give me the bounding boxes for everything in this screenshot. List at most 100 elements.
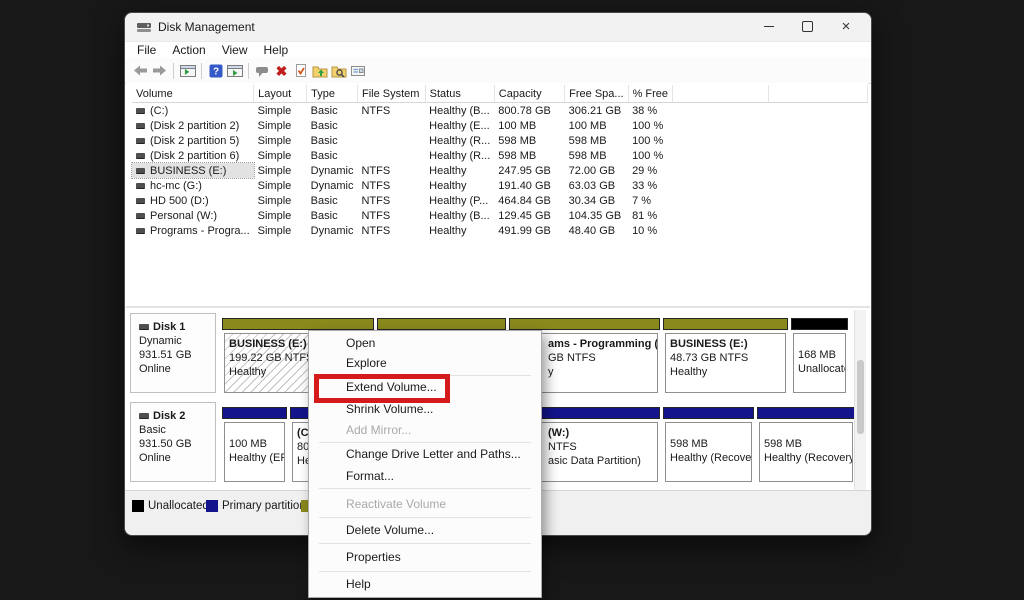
- menu-item-delete-volume[interactable]: Delete Volume...: [310, 520, 540, 540]
- col-status[interactable]: Status: [425, 85, 495, 103]
- menu-separator: [319, 488, 531, 489]
- console-tree-icon[interactable]: [178, 62, 197, 80]
- menu-file[interactable]: File: [135, 43, 158, 57]
- simple-volume-bar: [377, 318, 506, 330]
- volume-icon: [136, 227, 145, 234]
- col-empty: [672, 85, 770, 103]
- annotation-red-box: [314, 374, 450, 403]
- menu-item-add-mirror: Add Mirror...: [346, 423, 412, 437]
- close-icon: ×: [841, 18, 851, 35]
- help-icon[interactable]: ?: [206, 62, 225, 80]
- delete-x-icon[interactable]: ✖: [272, 62, 291, 80]
- menu-separator: [319, 442, 531, 443]
- table-row[interactable]: hc-mc (G:) Simple Dynamic NTFS Healthy 1…: [132, 178, 868, 193]
- desktop-background: Disk Management × File Action View Help: [0, 0, 1024, 600]
- app-icon: [136, 19, 152, 40]
- minimize-button[interactable]: [750, 13, 788, 40]
- col-filesystem[interactable]: File System: [357, 85, 426, 103]
- disk2-segment-recovery1[interactable]: 598 MB Healthy (Recover: [663, 402, 754, 484]
- disk1-label-panel[interactable]: Disk 1 Dynamic 931.51 GB Online: [130, 313, 216, 393]
- vertical-scrollbar[interactable]: [854, 310, 866, 490]
- volume-icon: [136, 152, 145, 159]
- legend-primary-label: Primary partition: [222, 500, 306, 512]
- window-title: Disk Management: [158, 20, 255, 34]
- check-document-icon[interactable]: [291, 62, 310, 80]
- table-row[interactable]: Personal (W:) Simple Basic NTFS Healthy …: [132, 208, 868, 223]
- table-row[interactable]: (C:) Simple Basic NTFS Healthy (B... 800…: [132, 103, 868, 119]
- menu-item-open[interactable]: Open: [310, 333, 540, 353]
- col-pctfree[interactable]: % Free: [628, 85, 674, 103]
- simple-volume-bar: [509, 318, 660, 330]
- table-row-selected[interactable]: BUSINESS (E:) Simple Dynamic NTFS Health…: [131, 162, 868, 179]
- report-icon[interactable]: [253, 62, 272, 80]
- toolbar-separator: [173, 62, 174, 79]
- toolbar: ? ✖: [125, 58, 871, 84]
- action-pane-icon[interactable]: [225, 62, 244, 80]
- primary-partition-bar: [663, 407, 754, 419]
- unallocated-bar: [791, 318, 848, 330]
- titlebar[interactable]: Disk Management ×: [125, 13, 871, 42]
- col-layout[interactable]: Layout: [253, 85, 308, 103]
- table-header-row: Volume Layout Type File System Status Ca…: [132, 85, 868, 103]
- table-row[interactable]: (Disk 2 partition 6) Simple Basic Health…: [132, 148, 868, 163]
- menu-help[interactable]: Help: [262, 43, 291, 57]
- close-button[interactable]: ×: [827, 13, 865, 40]
- col-capacity[interactable]: Capacity: [494, 85, 566, 103]
- menu-item-help[interactable]: Help: [310, 574, 540, 594]
- disk2-size: 931.50 GB: [139, 438, 192, 450]
- disk2-segment-efi[interactable]: 100 MB Healthy (EF: [222, 402, 287, 484]
- table-row[interactable]: (Disk 2 partition 2) Simple Basic Health…: [132, 118, 868, 133]
- toolbar-separator: [201, 62, 202, 79]
- folder-up-icon[interactable]: [310, 62, 329, 80]
- disk2-label-panel[interactable]: Disk 2 Basic 931.50 GB Online: [130, 402, 216, 482]
- menu-bar: File Action View Help: [125, 41, 871, 58]
- volume-table: Volume Layout Type File System Status Ca…: [131, 85, 868, 238]
- menu-item-explore[interactable]: Explore: [310, 353, 540, 373]
- volume-list-pane: Volume Layout Type File System Status Ca…: [126, 83, 868, 306]
- disk2-segment-recovery2[interactable]: 598 MB Healthy (Recovery): [757, 402, 855, 484]
- legend-unallocated-swatch: [132, 500, 144, 512]
- folder-search-icon[interactable]: [329, 62, 348, 80]
- scrollbar-thumb[interactable]: [857, 360, 864, 434]
- col-type[interactable]: Type: [306, 85, 358, 103]
- menu-view[interactable]: View: [220, 43, 250, 57]
- legend-unallocated-label: Unallocated: [148, 500, 209, 512]
- context-menu: Open Explore Extend Volume... Shrink Vol…: [308, 330, 542, 598]
- back-icon[interactable]: [131, 62, 150, 80]
- primary-partition-bar: [222, 407, 287, 419]
- menu-item-reactivate-volume: Reactivate Volume: [346, 497, 447, 511]
- toolbar-separator: [248, 62, 249, 79]
- table-row[interactable]: Programs - Progra... Simple Dynamic NTFS…: [132, 223, 868, 238]
- disk-icon: [139, 413, 149, 420]
- table-row[interactable]: HD 500 (D:) Simple Basic NTFS Healthy (P…: [132, 193, 868, 208]
- disk1-status: Online: [139, 363, 171, 375]
- menu-item-properties[interactable]: Properties: [310, 547, 540, 567]
- disk-icon: [139, 324, 149, 331]
- menu-item-format[interactable]: Format...: [310, 466, 540, 486]
- simple-volume-bar: [222, 318, 374, 330]
- maximize-button[interactable]: [788, 13, 826, 40]
- volume-icon: [136, 137, 145, 144]
- properties-icon[interactable]: [348, 62, 367, 80]
- col-volume[interactable]: Volume: [132, 85, 255, 103]
- forward-icon[interactable]: [150, 62, 169, 80]
- volume-icon: [136, 167, 145, 174]
- volume-icon: [136, 197, 145, 204]
- col-freespace[interactable]: Free Spa...: [564, 85, 629, 103]
- legend-primary-swatch: [206, 500, 218, 512]
- disk2-type: Basic: [139, 424, 166, 436]
- maximize-icon: [801, 21, 813, 32]
- disk1-segment-unallocated[interactable]: 168 MB Unallocated: [791, 313, 848, 395]
- primary-partition-bar: [757, 407, 855, 419]
- simple-volume-bar: [663, 318, 788, 330]
- menu-separator: [319, 517, 531, 518]
- disk1-size: 931.51 GB: [139, 349, 192, 361]
- menu-item-change-drive-letter[interactable]: Change Drive Letter and Paths...: [310, 444, 540, 464]
- menu-action[interactable]: Action: [170, 43, 207, 57]
- menu-separator: [319, 543, 531, 544]
- disk1-type: Dynamic: [139, 335, 182, 347]
- col-empty: [768, 85, 868, 103]
- table-row[interactable]: (Disk 2 partition 5) Simple Basic Health…: [132, 133, 868, 148]
- disk1-segment-business-48[interactable]: BUSINESS (E:) 48.73 GB NTFS Healthy: [663, 313, 788, 395]
- menu-separator: [319, 571, 531, 572]
